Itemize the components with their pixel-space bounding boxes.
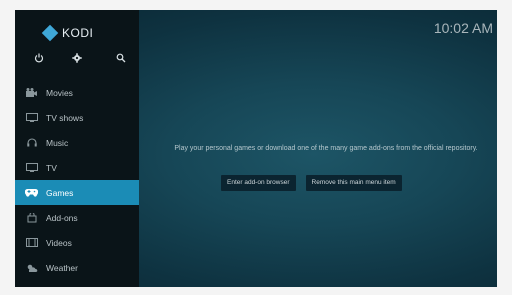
sidebar-item-weather[interactable]: Weather [15, 255, 139, 280]
weather-icon [25, 262, 38, 273]
sidebar-item-music[interactable]: Music [15, 130, 139, 155]
sidebar-item-label: Music [46, 137, 69, 148]
headphones-icon [25, 137, 38, 148]
tv-icon [25, 162, 38, 173]
remove-menu-item-button[interactable]: Remove this main menu item [305, 175, 402, 191]
tv-shows-icon [25, 112, 38, 123]
gear-icon [72, 53, 82, 63]
sidebar-item-label: TV [46, 162, 57, 173]
search-button[interactable] [113, 50, 129, 66]
games-info-message: Play your personal games or download one… [174, 145, 478, 152]
sidebar-item-label: Movies [46, 87, 73, 98]
logo-text: KODI [62, 26, 94, 40]
sidebar-item-videos[interactable]: Videos [15, 230, 139, 255]
sidebar: KODI Movies TV shows Music TV Games Add-… [15, 10, 139, 287]
gamepad-icon [25, 187, 38, 198]
main-menu: Movies TV shows Music TV Games Add-ons V… [15, 80, 139, 280]
sidebar-item-label: TV shows [46, 112, 84, 123]
videos-icon [25, 237, 38, 248]
sidebar-item-label: Videos [46, 237, 72, 248]
top-controls [15, 50, 139, 66]
sidebar-item-movies[interactable]: Movies [15, 80, 139, 105]
sidebar-item-label: Add-ons [46, 212, 78, 223]
movies-icon [25, 87, 38, 98]
search-icon [116, 53, 126, 63]
sidebar-item-tv-shows[interactable]: TV shows [15, 105, 139, 130]
power-button[interactable] [31, 50, 47, 66]
power-icon [34, 53, 44, 63]
sidebar-item-label: Weather [46, 262, 78, 273]
action-buttons: Enter add-on browser Remove this main me… [221, 175, 402, 191]
kodi-screen: KODI Movies TV shows Music TV Games Add-… [15, 10, 497, 287]
enter-addon-browser-button[interactable]: Enter add-on browser [221, 175, 296, 191]
clock: 10:02 AM [433, 20, 493, 36]
sidebar-item-tv[interactable]: TV [15, 155, 139, 180]
kodi-logo-icon [41, 24, 59, 42]
settings-button[interactable] [69, 50, 85, 66]
sidebar-item-addons[interactable]: Add-ons [15, 205, 139, 230]
addons-icon [25, 212, 38, 223]
sidebar-item-games[interactable]: Games [15, 180, 139, 205]
kodi-logo[interactable]: KODI [41, 23, 94, 43]
sidebar-item-label: Games [46, 187, 74, 198]
